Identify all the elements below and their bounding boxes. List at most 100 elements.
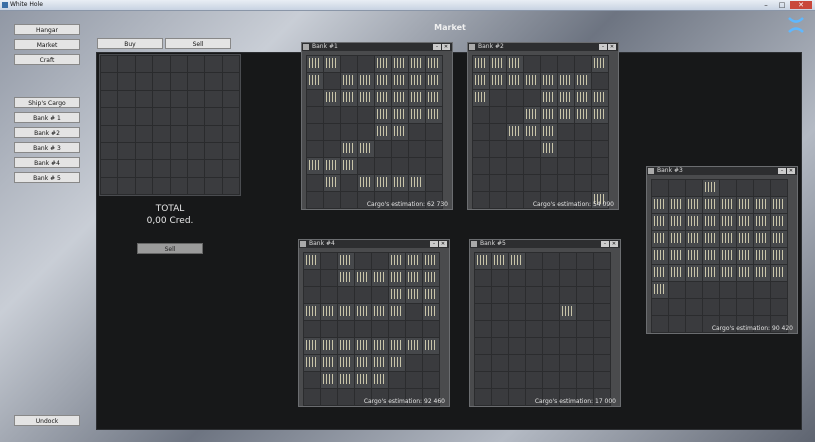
cargo-slot[interactable] (754, 248, 770, 264)
cargo-slot[interactable] (560, 321, 576, 337)
cargo-slot[interactable] (509, 321, 525, 337)
cargo-slot[interactable] (509, 253, 525, 269)
cargo-slot[interactable] (686, 248, 702, 264)
sell-slot[interactable] (135, 125, 153, 142)
cargo-slot[interactable] (703, 248, 719, 264)
cargo-slot[interactable] (543, 253, 559, 269)
cargo-slot[interactable] (490, 192, 506, 208)
cargo-slot[interactable] (389, 355, 405, 371)
cargo-slot[interactable] (492, 355, 508, 371)
cargo-slot[interactable] (473, 90, 489, 106)
sell-slot[interactable] (205, 90, 222, 108)
bank-grid[interactable] (474, 252, 611, 406)
cargo-slot[interactable] (338, 338, 354, 354)
cargo-slot[interactable] (423, 321, 439, 337)
sell-slot[interactable] (153, 56, 170, 73)
cargo-slot[interactable] (771, 180, 787, 196)
sell-slot[interactable] (170, 125, 187, 142)
cargo-slot[interactable] (473, 141, 489, 157)
cargo-slot[interactable] (307, 124, 323, 140)
cargo-slot[interactable] (473, 124, 489, 140)
cargo-slot[interactable] (389, 270, 405, 286)
sell-slot[interactable] (118, 90, 135, 108)
cargo-slot[interactable] (304, 270, 320, 286)
cargo-slot[interactable] (507, 141, 523, 157)
cargo-slot[interactable] (321, 270, 337, 286)
cargo-slot[interactable] (754, 197, 770, 213)
cargo-slot[interactable] (341, 107, 357, 123)
cargo-slot[interactable] (304, 389, 320, 405)
cargo-slot[interactable] (341, 90, 357, 106)
cargo-slot[interactable] (541, 107, 557, 123)
cargo-slot[interactable] (372, 338, 388, 354)
bank-3-window[interactable]: Bank #3 – ✕ Cargo's estimation: 90 420 (646, 166, 798, 334)
cargo-slot[interactable] (560, 270, 576, 286)
cargo-slot[interactable] (703, 197, 719, 213)
cargo-slot[interactable] (526, 304, 542, 320)
cargo-slot[interactable] (392, 124, 408, 140)
bank-header[interactable]: Bank #4 – ✕ (299, 240, 449, 248)
cargo-slot[interactable] (703, 214, 719, 230)
cargo-slot[interactable] (524, 124, 540, 140)
cargo-slot[interactable] (754, 282, 770, 298)
cargo-slot[interactable] (507, 107, 523, 123)
sell-slot[interactable] (153, 73, 170, 90)
cargo-slot[interactable] (409, 158, 425, 174)
cargo-slot[interactable] (492, 321, 508, 337)
cargo-slot[interactable] (541, 158, 557, 174)
cargo-slot[interactable] (524, 158, 540, 174)
cargo-slot[interactable] (321, 321, 337, 337)
cargo-slot[interactable] (575, 107, 591, 123)
bank-header[interactable]: Bank #1 – ✕ (302, 43, 452, 51)
cargo-slot[interactable] (307, 90, 323, 106)
cargo-slot[interactable] (338, 304, 354, 320)
sell-slot[interactable] (187, 142, 205, 160)
cargo-slot[interactable] (324, 90, 340, 106)
cargo-slot[interactable] (771, 299, 787, 315)
sell-slot[interactable] (170, 90, 187, 108)
cargo-slot[interactable] (473, 56, 489, 72)
cargo-slot[interactable] (375, 56, 391, 72)
nav-ships-cargo-button[interactable]: Ship's Cargo (14, 97, 80, 108)
sell-button[interactable]: Sell (137, 243, 203, 254)
cargo-slot[interactable] (426, 158, 442, 174)
cargo-slot[interactable] (543, 355, 559, 371)
cargo-slot[interactable] (703, 265, 719, 281)
cargo-slot[interactable] (594, 355, 610, 371)
cargo-slot[interactable] (358, 124, 374, 140)
sell-slot[interactable] (118, 125, 135, 142)
cargo-slot[interactable] (560, 304, 576, 320)
cargo-slot[interactable] (473, 192, 489, 208)
cargo-slot[interactable] (509, 355, 525, 371)
cargo-slot[interactable] (358, 158, 374, 174)
cargo-slot[interactable] (541, 73, 557, 89)
cargo-slot[interactable] (372, 304, 388, 320)
undock-button[interactable]: Undock (14, 415, 80, 426)
cargo-slot[interactable] (686, 214, 702, 230)
cargo-slot[interactable] (426, 56, 442, 72)
cargo-slot[interactable] (669, 265, 685, 281)
cargo-slot[interactable] (490, 73, 506, 89)
cargo-slot[interactable] (558, 141, 574, 157)
cargo-slot[interactable] (475, 304, 491, 320)
cargo-slot[interactable] (324, 124, 340, 140)
cargo-slot[interactable] (669, 282, 685, 298)
cargo-slot[interactable] (324, 158, 340, 174)
nav-bank-3-button[interactable]: Bank # 3 (14, 142, 80, 153)
cargo-slot[interactable] (594, 372, 610, 388)
cargo-slot[interactable] (652, 316, 668, 332)
sell-slot[interactable] (187, 90, 205, 108)
cargo-slot[interactable] (577, 372, 593, 388)
cargo-slot[interactable] (720, 197, 736, 213)
sell-slot[interactable] (222, 160, 239, 177)
cargo-slot[interactable] (392, 175, 408, 191)
maximize-button[interactable]: □ (774, 1, 790, 9)
cargo-slot[interactable] (720, 180, 736, 196)
cargo-slot[interactable] (426, 124, 442, 140)
cargo-slot[interactable] (338, 270, 354, 286)
cargo-slot[interactable] (475, 372, 491, 388)
cargo-slot[interactable] (492, 389, 508, 405)
cargo-slot[interactable] (703, 180, 719, 196)
bank-grid[interactable] (303, 252, 440, 406)
cargo-slot[interactable] (324, 192, 340, 208)
